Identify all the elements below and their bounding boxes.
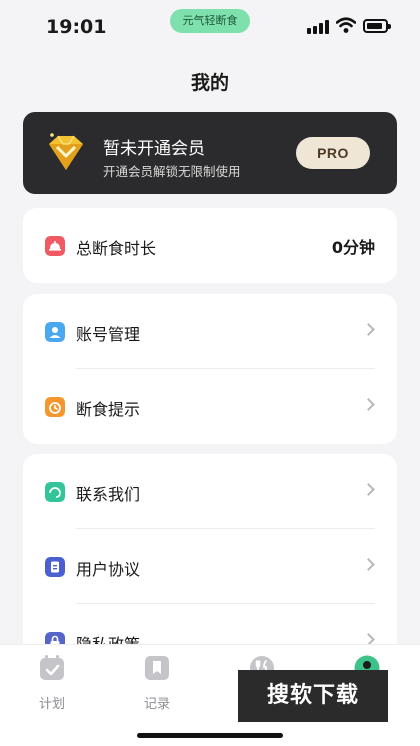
- menu-item-contact[interactable]: 联系我们: [23, 454, 397, 529]
- vip-subtitle: 开通会员解锁无限制使用: [103, 164, 241, 179]
- headset-icon: [45, 482, 65, 502]
- calendar-icon: [40, 655, 64, 680]
- watermark: 搜软下载: [238, 670, 388, 722]
- total-fasting-label: 总断食时长: [76, 239, 157, 258]
- total-fasting-row: 总断食时长 0分钟: [23, 208, 397, 283]
- bell-icon: [45, 236, 65, 256]
- menu-item-label: 用户协议: [76, 560, 141, 579]
- user-icon: [45, 322, 65, 342]
- chevron-right-icon: [362, 323, 375, 336]
- settings-card: 账号管理 断食提示: [23, 294, 397, 444]
- total-fasting-value: 0分钟: [331, 238, 375, 257]
- menu-item-label: 断食提示: [76, 400, 141, 419]
- menu-item-user-agreement[interactable]: 用户协议: [23, 529, 397, 604]
- page-title: 我的: [190, 72, 229, 94]
- chevron-right-icon: [362, 483, 375, 496]
- signal-icon: [307, 20, 329, 34]
- alarm-icon: [45, 397, 65, 417]
- home-indicator: [137, 733, 283, 738]
- crown-gem-icon: [49, 133, 83, 170]
- menu-item-account[interactable]: 账号管理: [23, 294, 397, 369]
- tab-record[interactable]: 记录: [127, 655, 187, 712]
- app-name-pill: 元气轻断食: [170, 9, 250, 33]
- tab-record-label: 记录: [143, 697, 170, 712]
- fasting-stats-card: 总断食时长 0分钟: [23, 208, 397, 283]
- wifi-icon: [336, 17, 356, 33]
- menu-item-label: 账号管理: [76, 325, 141, 344]
- pro-upgrade-button[interactable]: PRO: [296, 137, 370, 169]
- chevron-right-icon: [362, 398, 375, 411]
- vip-title: 暂未开通会员: [103, 139, 205, 159]
- menu-item-label: 联系我们: [76, 485, 141, 504]
- status-time: 19:01: [46, 16, 107, 38]
- battery-icon: [363, 19, 391, 33]
- menu-item-fasting-reminder[interactable]: 断食提示: [23, 369, 397, 444]
- bookmark-icon: [145, 656, 169, 680]
- document-icon: [45, 557, 65, 577]
- vip-membership-card[interactable]: 暂未开通会员 开通会员解锁无限制使用 PRO: [23, 112, 397, 194]
- tab-plan[interactable]: 计划: [22, 655, 82, 712]
- tab-plan-label: 计划: [38, 697, 65, 712]
- chevron-right-icon: [362, 558, 375, 571]
- status-bar: 19:01 元气轻断食: [0, 0, 420, 56]
